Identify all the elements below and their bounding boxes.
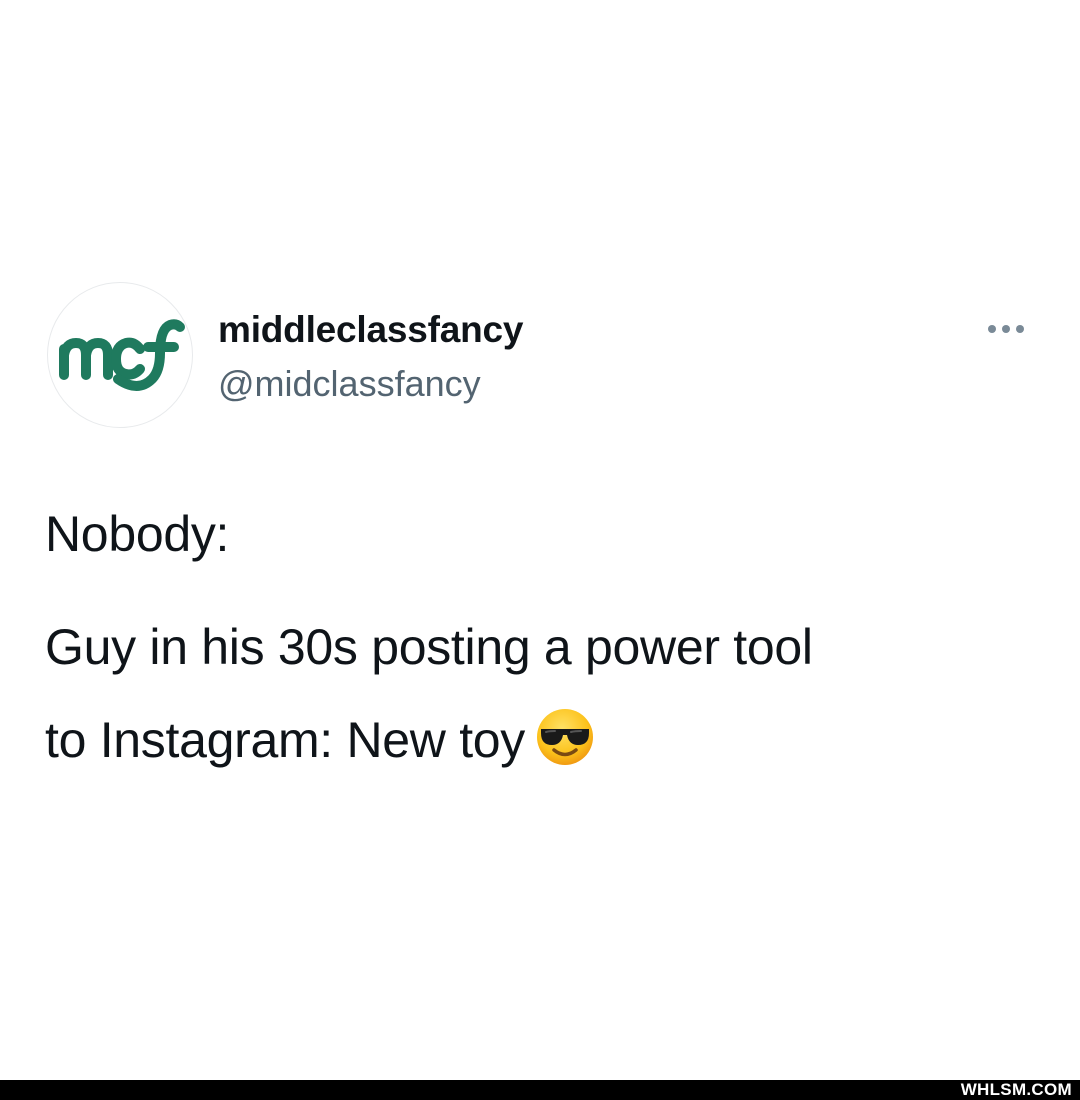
- tweet-text-line: Nobody:: [45, 506, 230, 562]
- more-options-button[interactable]: [984, 316, 1032, 342]
- tweet-text-line: Guy in his 30s posting a power tool: [45, 619, 813, 675]
- footer-bar: WHLSM.COM: [0, 1080, 1080, 1100]
- sunglasses-emoji-icon: [535, 707, 595, 780]
- tweet-card: middleclassfancy @midclassfancy Nobody: …: [0, 0, 1080, 1080]
- mcf-logo-icon: [59, 319, 185, 391]
- tweet-text-line: to Instagram: New toy: [45, 707, 595, 780]
- display-name[interactable]: middleclassfancy: [218, 308, 523, 352]
- watermark-text: WHLSM.COM: [960, 1080, 1072, 1099]
- profile-avatar[interactable]: [47, 282, 193, 428]
- user-handle[interactable]: @midclassfancy: [218, 362, 481, 406]
- tweet-text-segment: to Instagram: New toy: [45, 712, 526, 768]
- more-horizontal-icon: [988, 325, 996, 333]
